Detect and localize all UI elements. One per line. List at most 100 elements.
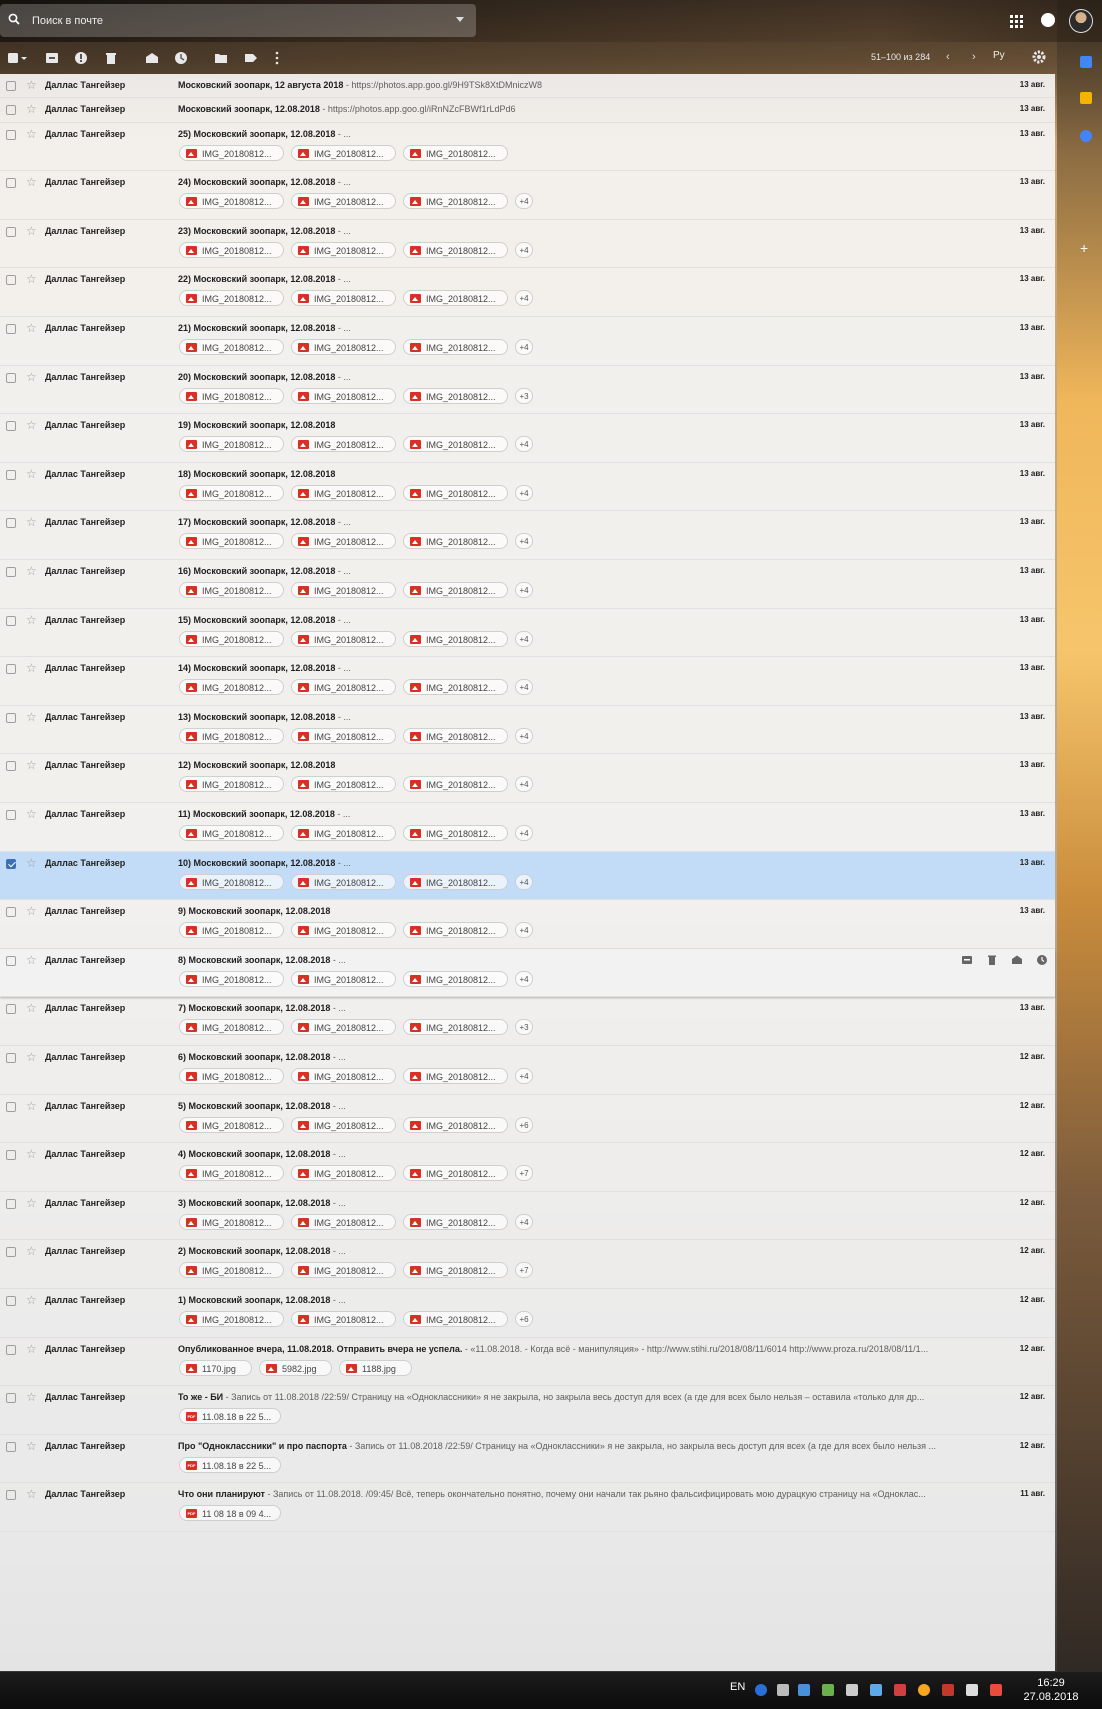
add-addon-icon[interactable]: + [1080,241,1092,255]
delete-icon[interactable] [104,51,118,65]
attachment-chip[interactable]: 1170.jpg [179,1359,252,1376]
more-attachments-badge[interactable]: +4 [515,679,533,696]
attachment-chip[interactable]: 5982.jpg [259,1359,332,1376]
email-row[interactable]: ☆ Даллас Тангейзер То же - БИ - Запись от … [0,1386,1055,1435]
attachment-chip[interactable]: IMG_20180812... [291,922,396,939]
row-checkbox[interactable] [6,1441,16,1452]
star-icon[interactable]: ☆ [26,1293,37,1307]
delete-icon[interactable] [986,953,997,965]
star-icon[interactable]: ☆ [26,1390,37,1404]
row-checkbox[interactable] [6,518,16,529]
attachment-chip[interactable]: IMG_20180812... [403,1262,508,1279]
attachment-chip[interactable]: IMG_20180812... [291,436,396,453]
more-attachments-badge[interactable]: +7 [515,1262,533,1279]
attachment-chip[interactable]: IMG_20180812... [403,1068,508,1084]
search-input[interactable] [30,10,434,32]
tray-app-icon[interactable] [990,1684,1002,1696]
more-options-icon[interactable] [275,51,289,65]
attachment-chip[interactable]: IMG_20180812... [179,1165,284,1182]
row-checkbox[interactable] [6,664,16,675]
attachment-chip[interactable]: IMG_20180812... [179,436,284,453]
attachment-chip[interactable]: IMG_20180812... [179,290,284,307]
email-row[interactable]: ☆ Даллас Тангейзер 11) Московский зоопарк,… [0,803,1055,852]
email-row[interactable]: ☆ Даллас Тангейзер Московский зоопарк, 12 … [0,74,1055,99]
attachment-chip[interactable]: IMG_20180812... [403,144,508,161]
attachment-chip[interactable]: IMG_20180812... [291,1165,396,1182]
attachment-chip[interactable]: IMG_20180812... [291,339,396,355]
email-row[interactable]: ☆ Даллас Тангейзер 12) Московский зоопарк,… [0,754,1055,803]
mark-as-read-icon[interactable] [1011,953,1022,964]
email-row[interactable]: ☆ Даллас Тангейзер 15) Московский зоопарк,… [0,609,1055,658]
snooze-icon[interactable] [174,51,188,65]
attachment-chip[interactable]: IMG_20180812... [403,873,508,890]
row-checkbox[interactable] [6,275,16,286]
more-attachments-badge[interactable]: +4 [515,533,533,550]
row-checkbox[interactable] [6,105,16,116]
attachment-chip[interactable]: IMG_20180812... [179,484,284,501]
star-icon[interactable]: ☆ [26,1001,37,1015]
attachment-chip[interactable]: IMG_20180812... [179,1213,284,1230]
attachment-chip[interactable]: IMG_20180812... [403,922,508,939]
email-row[interactable]: ☆ Даллас Тангейзер 2) Московский зоопарк, … [0,1240,1055,1289]
row-checkbox[interactable] [6,1296,16,1306]
email-row[interactable]: ☆ Даллас Тангейзер 7) Московский зоопарк, … [0,997,1055,1046]
attachment-chip[interactable]: IMG_20180812... [403,1019,508,1036]
email-row[interactable]: ☆ Даллас Тангейзер 19) Московский зоопарк,… [0,414,1055,463]
row-checkbox[interactable] [6,226,16,237]
attachment-chip[interactable]: IMG_20180812... [403,970,508,987]
attachment-chip[interactable]: IMG_20180812... [179,193,284,210]
star-icon[interactable]: ☆ [26,710,37,724]
more-attachments-badge[interactable]: +4 [515,290,533,307]
attachment-chip[interactable]: IMG_20180812... [179,630,284,647]
star-icon[interactable]: ☆ [26,1099,37,1113]
row-checkbox[interactable] [6,1344,16,1355]
notifications-icon[interactable] [1041,13,1055,35]
email-row[interactable]: ☆ Даллас Тангейзер 17) Московский зоопарк,… [0,511,1055,560]
attachment-chip[interactable]: IMG_20180812... [291,873,396,890]
row-checkbox[interactable] [6,469,16,480]
email-row[interactable]: ☆ Даллас Тангейзер Про "Одноклассники" и п… [0,1435,1055,1484]
attachment-chip[interactable]: IMG_20180812... [403,339,508,355]
attachment-chip[interactable]: IMG_20180812... [179,144,284,161]
row-checkbox[interactable] [6,324,16,334]
star-icon[interactable]: ☆ [26,953,37,967]
row-checkbox[interactable] [6,1101,16,1112]
email-row[interactable]: ☆ Даллас Тангейзер 10) Московский зоопарк,… [0,851,1055,901]
tray-app-icon[interactable] [966,1684,978,1696]
tray-app-icon[interactable] [870,1684,882,1696]
tray-app-icon[interactable] [918,1684,930,1696]
attachment-chip[interactable]: IMG_20180812... [179,582,284,598]
more-attachments-badge[interactable]: +4 [515,922,533,939]
attachment-chip[interactable]: IMG_20180812... [403,679,508,696]
email-row[interactable]: ☆ Даллас Тангейзер Московский зоопарк, 12.… [0,98,1055,123]
next-page-button[interactable]: › [972,51,976,63]
row-checkbox[interactable] [6,1150,16,1161]
star-icon[interactable]: ☆ [26,467,37,481]
attachment-chip[interactable]: PDF 11 08 18 в 09 4... [179,1505,281,1522]
email-row[interactable]: ☆ Даллас Тангейзер 6) Московский зоопарк, … [0,1046,1055,1095]
attachment-chip[interactable]: IMG_20180812... [403,1165,508,1182]
email-row[interactable]: ☆ Даллас Тангейзер 9) Московский зоопарк, … [0,900,1055,949]
tray-icon[interactable] [777,1684,789,1696]
star-icon[interactable]: ☆ [26,904,37,918]
attachment-chip[interactable]: IMG_20180812... [403,582,508,598]
archive-icon[interactable] [45,51,59,65]
calendar-icon[interactable] [1080,56,1092,68]
attachment-chip[interactable]: IMG_20180812... [291,1068,396,1084]
attachment-chip[interactable]: IMG_20180812... [291,582,396,598]
attachment-chip[interactable]: IMG_20180812... [403,533,508,550]
attachment-chip[interactable]: PDF 11.08.18 в 22 5... [179,1408,281,1425]
more-attachments-badge[interactable]: +4 [515,727,533,744]
row-checkbox[interactable] [6,955,16,966]
star-icon[interactable]: ☆ [26,127,37,141]
more-attachments-badge[interactable]: +4 [515,193,533,210]
more-attachments-badge[interactable]: +4 [515,484,533,501]
email-row[interactable]: ☆ Даллас Тангейзер 4) Московский зоопарк, … [0,1143,1055,1192]
more-attachments-badge[interactable]: +4 [515,436,533,453]
attachment-chip[interactable]: IMG_20180812... [291,193,396,210]
row-checkbox[interactable] [6,810,16,820]
attachment-chip[interactable]: IMG_20180812... [403,1311,508,1327]
tasks-icon[interactable] [1080,130,1092,142]
attachment-chip[interactable]: IMG_20180812... [291,290,396,307]
attachment-chip[interactable]: IMG_20180812... [179,1116,284,1133]
